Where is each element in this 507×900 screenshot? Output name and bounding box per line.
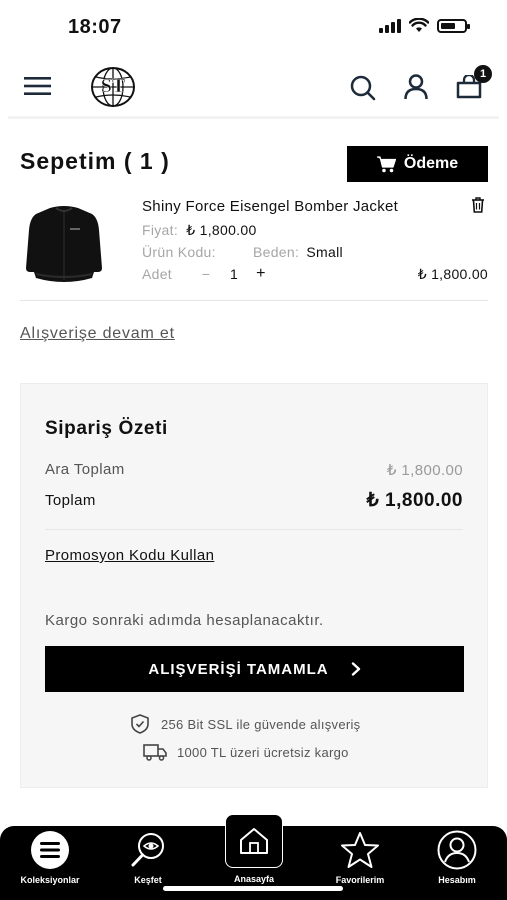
- size-label: Beden:: [253, 244, 300, 260]
- nav-account[interactable]: Hesabım: [427, 830, 487, 885]
- size-value: Small: [306, 244, 343, 260]
- search-icon: [350, 75, 376, 101]
- wifi-icon: [409, 18, 429, 32]
- logo-text: ST: [100, 75, 126, 98]
- bomber-jacket-image: [26, 206, 102, 282]
- nav-favorites-label: Favorilerim: [335, 875, 385, 885]
- truck-icon: [143, 744, 167, 761]
- home-icon: [240, 828, 268, 854]
- summary-divider: [45, 529, 463, 530]
- nav-collections-label: Koleksiyonlar: [20, 875, 80, 885]
- home-indicator: [163, 886, 343, 891]
- cart-title: Sepetim ( 1 ): [20, 148, 170, 174]
- quantity-stepper: − 1 +: [198, 265, 268, 283]
- user-icon: [404, 74, 428, 100]
- checkout-label: Ödeme: [403, 155, 459, 172]
- total-label: Toplam: [45, 492, 96, 509]
- star-icon: [341, 832, 379, 868]
- promo-code-link[interactable]: Promosyon Kodu Kullan: [45, 547, 214, 564]
- cart-button[interactable]: 1: [456, 65, 492, 99]
- search-button[interactable]: [350, 75, 376, 101]
- menu-circle-icon: [31, 831, 69, 869]
- summary-title: Sipariş Özeti: [45, 418, 168, 439]
- price-label: Fiyat:: [142, 222, 179, 238]
- quantity-increase-button[interactable]: +: [254, 265, 268, 283]
- status-time: 18:07: [68, 16, 122, 38]
- quantity-label: Adet: [142, 266, 172, 282]
- status-icons: [379, 18, 470, 33]
- header-divider: [8, 116, 499, 119]
- logo[interactable]: ST: [90, 66, 136, 108]
- total-value: ₺ 1,800.00: [366, 490, 463, 511]
- cart-count-badge: 1: [474, 65, 492, 83]
- free-shipping-row: 1000 TL üzeri ücretsiz kargo: [143, 743, 349, 761]
- shipping-note: Kargo sonraki adımda hesaplanacaktır.: [45, 612, 324, 629]
- price-row: Fiyat: ₺ 1,800.00: [142, 222, 257, 239]
- nav-collections[interactable]: Koleksiyonlar: [18, 830, 82, 885]
- explore-magnifier-icon: [131, 833, 164, 867]
- continue-shopping-link[interactable]: Alışverişe devam et: [20, 325, 175, 343]
- order-summary: Sipariş Özeti Ara Toplam ₺ 1,800.00 Topl…: [20, 383, 488, 788]
- shield-check-icon: [131, 714, 149, 734]
- nav-account-label: Hesabım: [438, 875, 476, 885]
- delete-item-button[interactable]: [471, 197, 485, 213]
- quantity-value: 1: [229, 266, 239, 282]
- item-divider: [20, 300, 488, 301]
- nav-favorites[interactable]: Favorilerim: [330, 830, 390, 885]
- hamburger-icon: [24, 77, 51, 95]
- complete-purchase-button[interactable]: ALIŞVERİŞİ TAMAMLA: [45, 646, 464, 692]
- quantity-decrease-button[interactable]: −: [198, 266, 214, 282]
- signal-icon: [379, 18, 401, 33]
- ssl-text: 256 Bit SSL ile güvende alışveriş: [161, 716, 361, 732]
- unit-price: ₺ 1,800.00: [186, 222, 257, 238]
- chevron-right-icon: [351, 662, 360, 676]
- nav-home-label: Anasayfa: [233, 874, 275, 884]
- battery-icon: [437, 18, 470, 33]
- product-name[interactable]: Shiny Force Eisengel Bomber Jacket: [142, 198, 398, 215]
- item-total: ₺ 1,800.00: [417, 266, 488, 282]
- nav-home[interactable]: Anasayfa: [223, 814, 285, 884]
- checkout-button[interactable]: Ödeme: [347, 146, 488, 182]
- subtotal-value: ₺ 1,800.00: [386, 462, 463, 479]
- cart-icon: [376, 155, 396, 172]
- ssl-row: 256 Bit SSL ile güvende alışveriş: [131, 714, 360, 734]
- account-circle-icon: [437, 830, 477, 870]
- menu-button[interactable]: [24, 76, 51, 96]
- quantity-label-wrap: Adet: [142, 266, 172, 282]
- nav-explore-label: Keşfet: [134, 875, 162, 885]
- trash-icon: [472, 197, 484, 213]
- free-shipping-text: 1000 TL üzeri ücretsiz kargo: [177, 744, 349, 760]
- subtotal-label: Ara Toplam: [45, 461, 125, 478]
- nav-explore[interactable]: Keşfet: [118, 830, 178, 885]
- product-code-label: Ürün Kodu:: [142, 244, 216, 260]
- complete-purchase-label: ALIŞVERİŞİ TAMAMLA: [148, 660, 329, 678]
- size-row: Beden: Small: [253, 244, 343, 260]
- account-button[interactable]: [404, 74, 428, 100]
- product-code-row: Ürün Kodu:: [142, 244, 216, 260]
- product-image[interactable]: [22, 200, 106, 286]
